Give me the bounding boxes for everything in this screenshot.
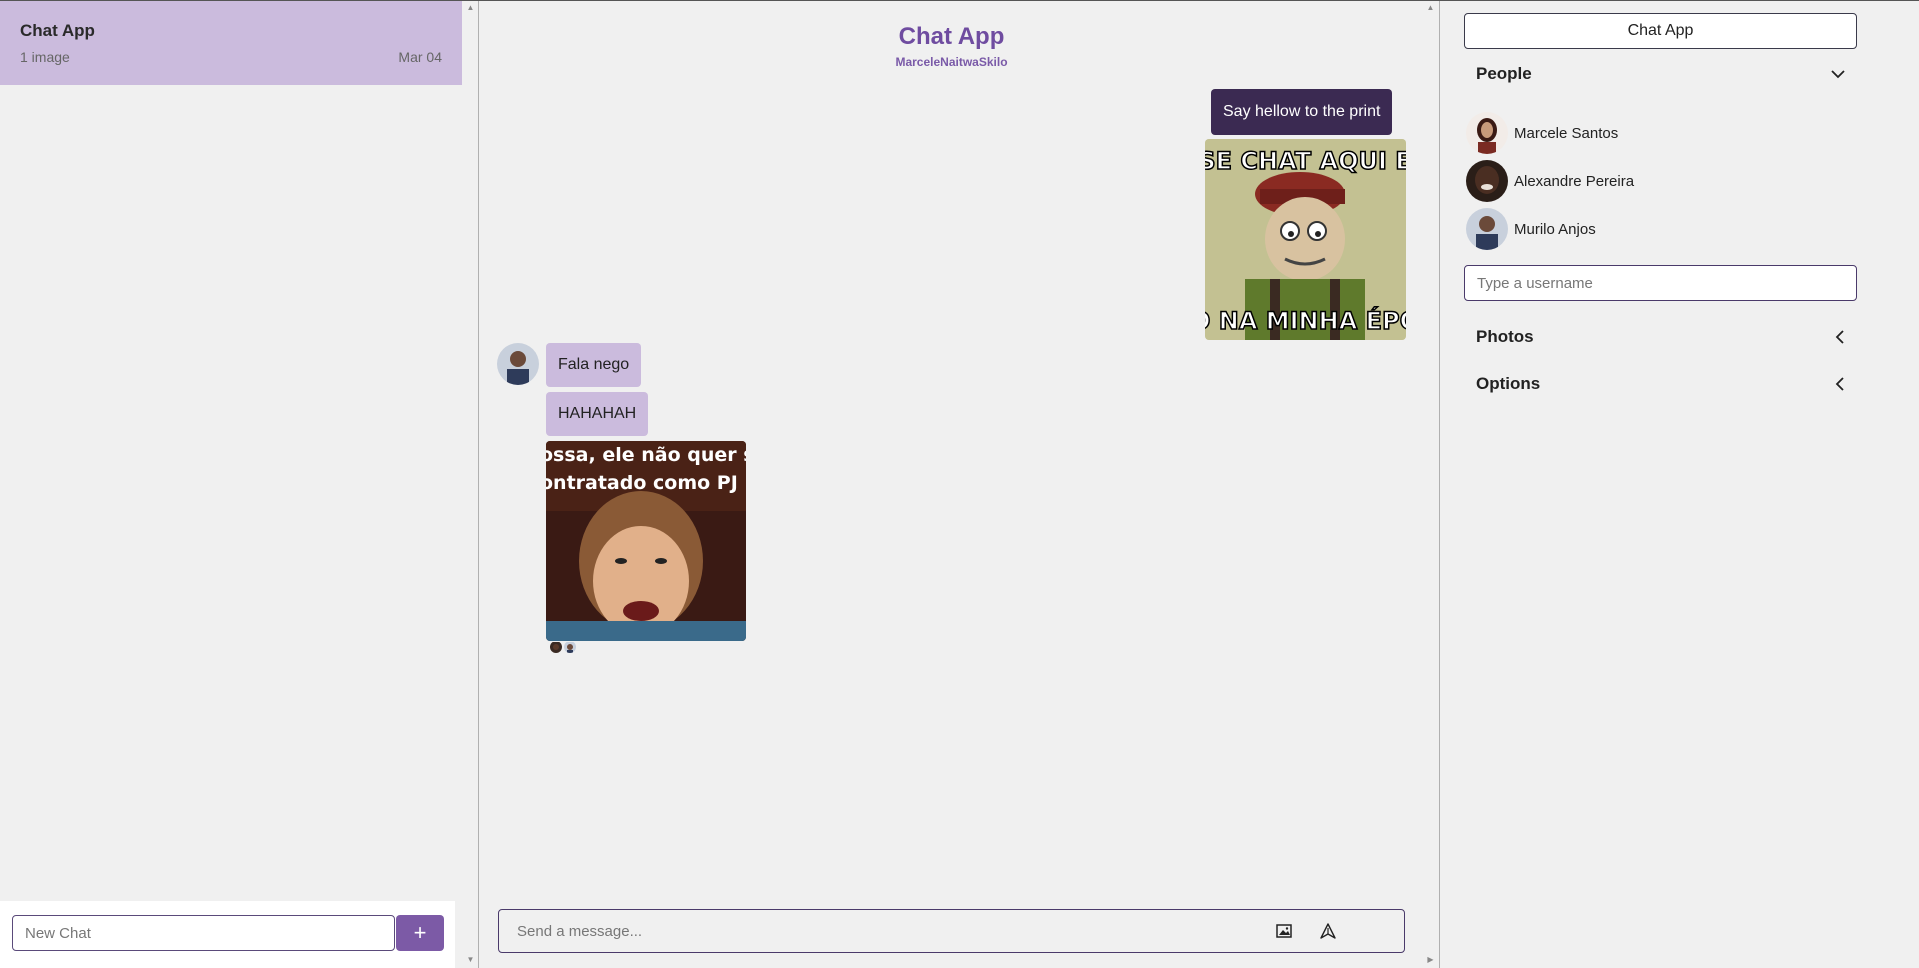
avatar-murilo-icon (497, 343, 539, 385)
scroll-up-icon[interactable]: ▲ (1422, 3, 1439, 12)
conversation-members: MarceleNaitwaSkilo (895, 55, 1008, 69)
meme-kid-image: ossa, ele não quer s ontratado como PJ (546, 441, 746, 641)
photos-label: Photos (1476, 327, 1534, 346)
status-dot (1469, 160, 1473, 164)
scroll-right-icon[interactable]: ▶ (1422, 955, 1439, 964)
avatar-murilo-icon (564, 642, 576, 653)
sender-avatar[interactable] (497, 343, 539, 385)
chat-list-item-meta: 1 image Mar 04 (20, 49, 442, 65)
chat-list-item-preview: 1 image (20, 49, 70, 65)
read-receipts (550, 641, 576, 653)
meme-top-caption: SE CHAT AQUI E (1205, 147, 1406, 175)
incoming-image-message[interactable]: ossa, ele não quer s ontratado como PJ (546, 441, 746, 641)
username-input[interactable] (1464, 265, 1857, 301)
chat-list-item-date: Mar 04 (398, 49, 442, 65)
person-item[interactable]: Murilo Anjos (1466, 207, 1826, 251)
chat-app-window: Chat App 1 image Mar 04 ▲ ▼ + Chat App M… (0, 0, 1919, 968)
people-label: People (1476, 64, 1532, 83)
chat-list-item-title: Chat App (20, 21, 95, 40)
meme-bottom-caption: O NA MINHA ÉPO (1205, 306, 1406, 335)
chevron-left-icon (1835, 377, 1844, 391)
attach-image-icon[interactable] (1274, 921, 1294, 941)
outgoing-message: Say hellow to the print (1211, 89, 1393, 135)
send-icon[interactable] (1318, 921, 1338, 941)
status-dot (1469, 112, 1473, 116)
meme-caption-line-1: ossa, ele não quer s (546, 444, 746, 466)
avatar-alexandre-icon (1466, 160, 1508, 202)
person-item[interactable]: Marcele Santos (1466, 111, 1826, 155)
scroll-down-icon[interactable]: ▼ (462, 955, 479, 964)
avatar-marcele-icon (1466, 112, 1508, 154)
chat-name-button[interactable]: Chat App (1464, 13, 1857, 49)
status-dot (1469, 208, 1473, 212)
new-chat-input[interactable] (12, 915, 395, 951)
avatar-murilo-icon (1466, 208, 1508, 250)
avatar (1466, 208, 1508, 250)
chat-list-item[interactable]: Chat App 1 image Mar 04 (0, 1, 462, 85)
chevron-down-icon (1831, 70, 1845, 79)
conversation-header: Chat App MarceleNaitwaSkilo (480, 23, 1423, 69)
incoming-message: HAHAHAH (546, 392, 649, 436)
chat-list-scrollbar[interactable]: ▲ ▼ (462, 1, 479, 968)
people-section-header[interactable]: People (1464, 56, 1857, 92)
outgoing-image-message[interactable]: SE CHAT AQUI E O NA MINHA ÉPO (1205, 139, 1406, 340)
photos-section-header[interactable]: Photos (1464, 319, 1857, 355)
read-receipt-avatar (550, 641, 562, 653)
person-name: Alexandre Pereira (1514, 172, 1635, 190)
conversation-title: Chat App (898, 23, 1005, 50)
options-section-header[interactable]: Options (1464, 366, 1857, 402)
scroll-up-icon[interactable]: ▲ (462, 3, 479, 12)
avatar (1466, 160, 1508, 202)
meme-old-man-image: SE CHAT AQUI E O NA MINHA ÉPO (1205, 139, 1406, 340)
avatar (1466, 112, 1508, 154)
read-receipt-avatar (564, 641, 576, 653)
chevron-left-icon (1835, 330, 1844, 344)
person-name: Marcele Santos (1514, 124, 1619, 142)
details-panel: Chat App People Marcele Santos Alexandre… (1441, 1, 1919, 968)
conversation-scrollbar[interactable]: ▲ ▶ (1422, 1, 1439, 968)
avatar-alexandre-icon (550, 642, 562, 653)
message-input[interactable] (499, 910, 1259, 952)
conversation-pane: Chat App MarceleNaitwaSkilo Say hellow t… (480, 1, 1440, 968)
message-composer (498, 909, 1405, 953)
chat-list-sidebar: Chat App 1 image Mar 04 ▲ ▼ + (0, 1, 479, 968)
incoming-message: Fala nego (546, 343, 642, 387)
meme-caption-line-2: ontratado como PJ (546, 472, 738, 494)
person-item[interactable]: Alexandre Pereira (1466, 159, 1826, 203)
options-label: Options (1476, 374, 1541, 393)
add-chat-button[interactable]: + (396, 915, 444, 951)
person-name: Murilo Anjos (1514, 220, 1596, 238)
